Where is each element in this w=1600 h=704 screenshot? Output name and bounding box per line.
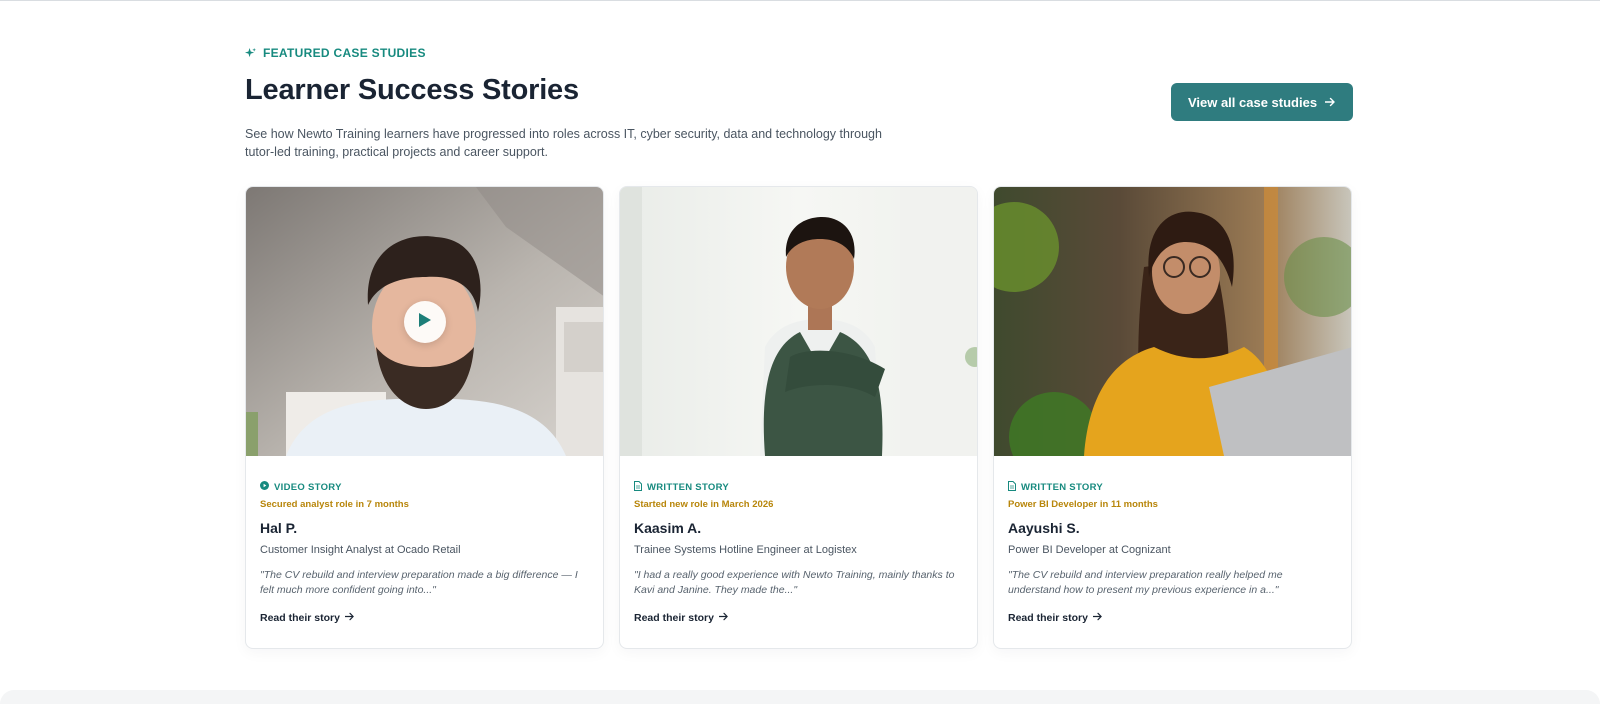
story-type-text: WRITTEN STORY [1021,481,1104,493]
learner-role: Customer Insight Analyst at Ocado Retail [260,544,461,556]
learner-photo [620,187,977,456]
milestone-text: Started new role in March 2026 [634,499,774,510]
learner-photo-image [994,187,1351,456]
story-type-label: WRITTEN STORY [634,480,963,494]
case-study-card[interactable]: VIDEO STORY Secured analyst role in 7 mo… [245,186,604,649]
play-video-button[interactable] [404,301,446,343]
testimonial-quote: "I had a really good experience with New… [634,569,955,596]
learner-photo [994,187,1351,456]
read-their-story-link[interactable]: Read their story [1008,612,1103,624]
eyebrow-label: FEATURED CASE STUDIES [263,46,426,60]
arrow-right-icon [718,612,729,624]
learner-name: Hal P. [260,520,298,536]
learner-photo-image [620,187,977,456]
read-link-label: Read their story [260,612,340,624]
read-link-label: Read their story [634,612,714,624]
arrow-right-icon [344,612,355,624]
read-their-story-link[interactable]: Read their story [260,612,355,624]
top-divider [0,0,1600,1]
learner-name: Kaasim A. [634,520,702,536]
learner-role: Trainee Systems Hotline Engineer at Logi… [634,544,857,556]
case-study-cards: VIDEO STORY Secured analyst role in 7 mo… [245,186,1352,649]
play-icon [418,312,432,333]
milestone-text: Power BI Developer in 11 months [1008,499,1158,510]
case-study-card[interactable]: WRITTEN STORY Started new role in March … [619,186,978,649]
section-intro: See how Newto Training learners have pro… [245,127,882,159]
section-title: Learner Success Stories [245,74,579,106]
read-their-story-link[interactable]: Read their story [634,612,729,624]
testimonial-quote: "The CV rebuild and interview preparatio… [260,569,578,596]
story-type-label: WRITTEN STORY [1008,480,1337,494]
section-eyebrow: FEATURED CASE STUDIES [245,46,426,60]
case-study-card[interactable]: WRITTEN STORY Power BI Developer in 11 m… [993,186,1352,649]
story-type-text: VIDEO STORY [274,481,342,493]
milestone-text: Secured analyst role in 7 months [260,499,409,510]
testimonial-quote: "The CV rebuild and interview preparatio… [1008,569,1283,596]
sparkle-icon [245,47,256,59]
view-all-case-studies-button[interactable]: View all case studies [1171,83,1353,121]
document-icon [1008,480,1016,494]
read-link-label: Read their story [1008,612,1088,624]
learner-role: Power BI Developer at Cognizant [1008,544,1171,556]
learner-name: Aayushi S. [1008,520,1080,536]
play-circle-icon [260,481,269,493]
story-type-text: WRITTEN STORY [647,481,730,493]
story-type-label: VIDEO STORY [260,481,589,493]
cta-label: View all case studies [1187,94,1318,110]
document-icon [634,480,642,494]
arrow-right-icon [1324,95,1336,110]
arrow-right-icon [1092,612,1103,624]
video-thumbnail[interactable] [246,187,603,456]
next-section-edge [0,690,1600,704]
